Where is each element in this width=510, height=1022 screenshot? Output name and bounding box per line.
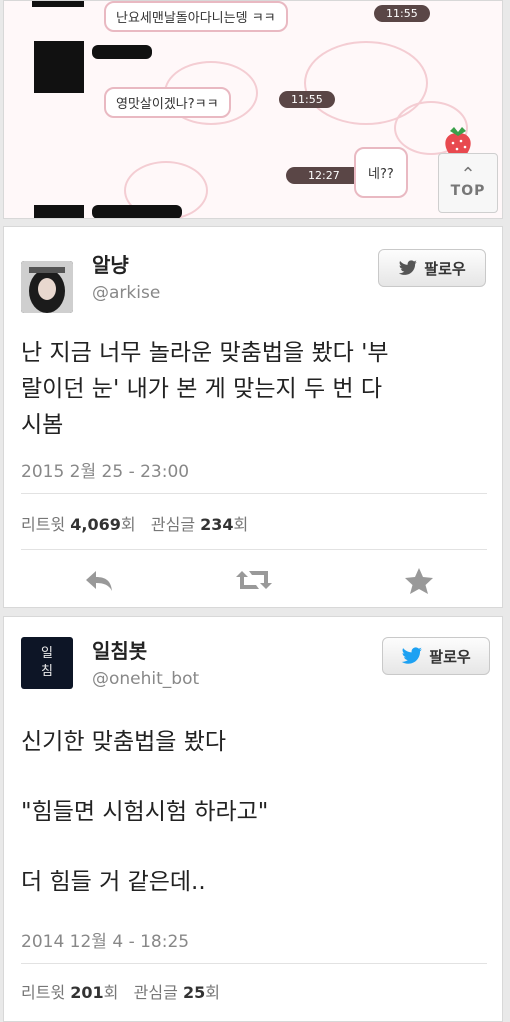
follow-button-label: 팔로우 xyxy=(424,259,466,278)
user-display-name: 일침봇 xyxy=(92,639,148,663)
scroll-top-button[interactable]: ⌃ TOP xyxy=(438,153,498,213)
tweet-text-line: 시봄 xyxy=(21,412,64,438)
redacted-name xyxy=(92,205,182,218)
favorite-unit: 회 xyxy=(205,983,220,1002)
chat-message-text: 난요세맨날돌아다니는뎅 ㅋㅋ xyxy=(116,11,276,26)
favorite-count: 25 xyxy=(182,983,206,1002)
tweet-stats: 리트윗 4,069회 관심글 234회 xyxy=(21,511,248,535)
chat-bubble: 네?? xyxy=(354,147,408,198)
follow-button[interactable]: 팔로우 xyxy=(378,249,486,287)
follow-button[interactable]: 팔로우 xyxy=(382,637,490,675)
chat-message-text: 영맛살이겠나?ㅋㅋ xyxy=(116,97,219,112)
favorite-label: 관심글 xyxy=(133,983,178,1002)
reply-icon[interactable] xyxy=(84,569,114,593)
chat-message-text: 네?? xyxy=(368,167,394,182)
tweet-text-line: "힘들면 시험시험 하라고" xyxy=(21,799,269,825)
avatar: 일 침 xyxy=(21,637,73,689)
chat-timestamp: 12:27 xyxy=(286,167,362,184)
divider xyxy=(21,963,487,964)
chat-timestamp: 11:55 xyxy=(374,5,430,22)
tweet-text-line: 난 지금 너무 놀라운 맞춤법을 봤다 '부 xyxy=(21,340,389,366)
retweet-label: 리트윗 xyxy=(21,515,66,534)
favorite-label: 관심글 xyxy=(150,515,196,534)
divider xyxy=(21,493,487,494)
twitter-bird-icon xyxy=(402,647,423,664)
twitter-bird-icon xyxy=(399,260,418,275)
retweet-icon[interactable] xyxy=(236,567,272,593)
favorite-star-icon[interactable] xyxy=(404,567,434,595)
chat-bubble: 영맛살이겠나?ㅋㅋ xyxy=(104,87,231,118)
retweet-count: 4,069 xyxy=(70,515,121,534)
avatar xyxy=(21,261,73,313)
chevron-up-icon: ⌃ xyxy=(460,164,476,185)
avatar-char: 침 xyxy=(41,664,53,679)
favorite-unit: 회 xyxy=(233,515,249,534)
user-handle[interactable]: @onehit_bot xyxy=(92,669,199,689)
tweet-text-line: 랄이던 눈' 내가 본 게 맞는지 두 번 다 xyxy=(21,376,383,402)
chat-timestamp: 11:55 xyxy=(279,91,335,108)
tweet-text-line: 신기한 맞춤법을 봤다 xyxy=(21,729,227,755)
chat-screenshot: 난요세맨날돌아다니는뎅 ㅋㅋ 11:55 영맛살이겠나?ㅋㅋ 11:55 12:… xyxy=(3,0,503,219)
tweet-text: 신기한 맞춤법을 봤다 "힘들면 시험시험 하라고" 더 힘들 거 같은데.. xyxy=(21,723,491,901)
tweet-text-line xyxy=(21,831,491,863)
avatar-photo xyxy=(21,261,73,313)
avatar-char: 일 xyxy=(41,646,53,661)
tweet-text-line xyxy=(21,761,491,793)
favorite-count: 234 xyxy=(200,515,234,534)
redacted-avatar xyxy=(32,1,84,7)
tweet-stats: 리트윗 201회 관심글 25회 xyxy=(21,979,220,1003)
user-display-name: 알냥 xyxy=(92,253,129,277)
tweet-date[interactable]: 2015 2월 25 - 23:00 xyxy=(21,457,189,482)
redacted-name xyxy=(92,45,152,59)
tweet-card: 알냥 @arkise 팔로우 난 지금 너무 놀라운 맞춤법을 봤다 '부 랄이… xyxy=(3,226,503,608)
user-handle[interactable]: @arkise xyxy=(92,283,160,303)
retweet-count: 201 xyxy=(70,983,104,1002)
scroll-top-label: TOP xyxy=(450,183,486,199)
retweet-unit: 회 xyxy=(103,983,119,1002)
retweet-unit: 회 xyxy=(120,515,136,534)
follow-button-label: 팔로우 xyxy=(429,647,471,666)
tweet-card: 일 침 일침봇 @onehit_bot 팔로우 신기한 맞춤법을 봤다 "힘들면… xyxy=(3,616,503,1022)
retweet-label: 리트윗 xyxy=(21,983,66,1002)
divider xyxy=(21,549,487,550)
redacted-avatar xyxy=(34,41,84,93)
chat-bubble: 난요세맨날돌아다니는뎅 ㅋㅋ xyxy=(104,1,288,32)
tweet-text-line: 더 힘들 거 같은데.. xyxy=(21,869,206,895)
redacted-avatar xyxy=(34,205,84,218)
tweet-date[interactable]: 2014 12월 4 - 18:25 xyxy=(21,927,189,952)
tweet-text: 난 지금 너무 놀라운 맞춤법을 봤다 '부 랄이던 눈' 내가 본 게 맞는지… xyxy=(21,335,491,443)
